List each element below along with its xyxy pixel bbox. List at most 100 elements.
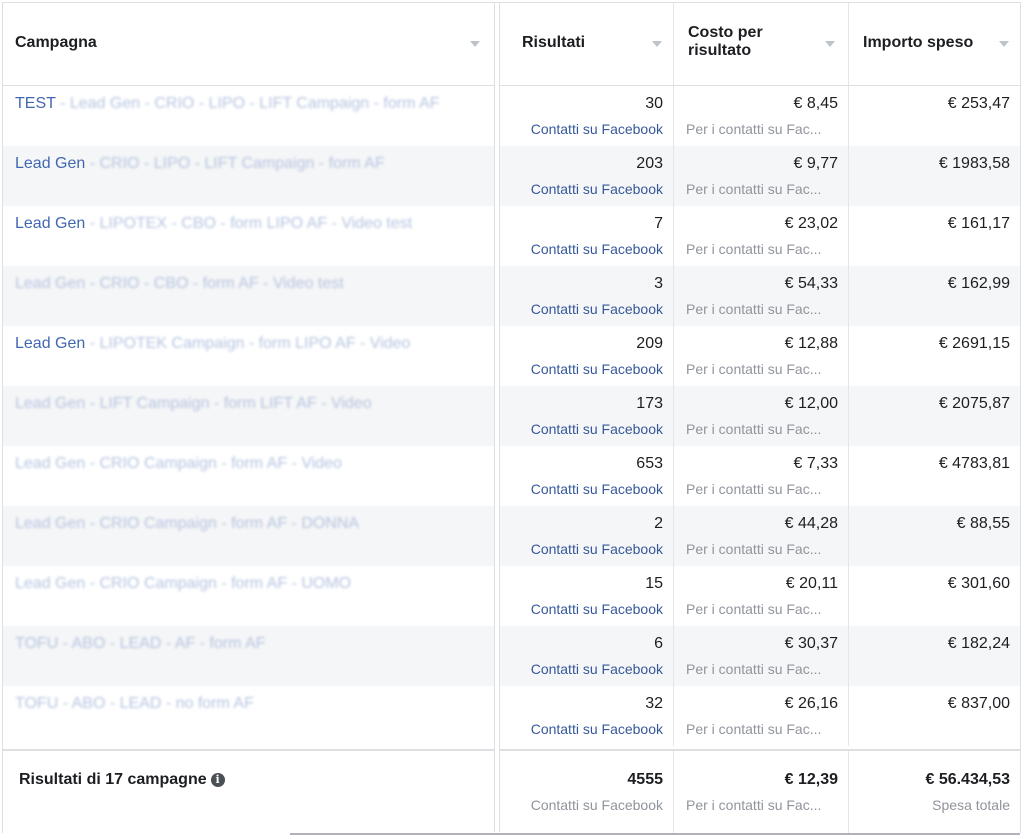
amount-spent-value: € 4783,81 [938,455,1010,472]
results-type-link[interactable]: Contatti su Facebook [531,541,663,557]
results-value: 6 [654,635,663,652]
campaign-name-link[interactable]: TEST - Lead Gen - CRIO - LIPO - LIFT Cam… [15,95,439,113]
results-type-link[interactable]: Contatti su Facebook [531,121,663,137]
column-header-campaign[interactable]: Campagna [3,3,494,85]
table-row[interactable]: Lead Gen - CRIO Campaign - form AF - UOM… [3,566,1020,626]
sort-caret-icon[interactable] [999,41,1009,47]
results-type-link[interactable]: Contatti su Facebook [531,241,663,257]
campaign-name-link[interactable]: TOFU - ABO - LEAD - AF - form AF [15,635,265,653]
campaigns-table: Campagna Risultati Costo per risultato I… [2,2,1021,834]
cost-per-result-label: Per i contatti su Fac... [686,361,822,377]
campaign-name-link[interactable]: Lead Gen - LIPOTEX - CBO - form LIPO AF … [15,215,412,233]
scrollbar-track[interactable] [290,833,1020,835]
table-row[interactable]: TOFU - ABO - LEAD - AF - form AF 6 Contatt… [3,626,1020,686]
results-value: 7 [654,215,663,232]
amount-spent-value: € 253,47 [947,95,1010,112]
amount-spent-value: € 88,55 [956,515,1010,532]
results-value: 32 [645,695,663,712]
info-icon[interactable]: i [210,773,225,787]
amount-spent-value: € 2691,15 [938,335,1010,352]
campaign-name-link[interactable]: Lead Gen - CRIO - CBO - form AF - Video … [15,275,344,293]
column-header-cost-label: Costo per risultato [688,24,763,59]
sort-caret-icon[interactable] [652,41,662,47]
cost-per-result-value: € 12,00 [784,395,838,412]
cost-per-result-value: € 44,28 [784,515,838,532]
column-header-results-label: Risultati [522,34,586,51]
cost-per-result-value: € 9,77 [793,155,838,172]
results-value: 203 [636,155,663,172]
results-type-link[interactable]: Contatti su Facebook [531,601,663,617]
column-header-results[interactable]: Risultati [500,3,673,85]
table-footer-totals: Risultati di 17 campagne i 4555 Contatti … [3,749,1020,834]
cost-per-result-value: € 30,37 [784,635,838,652]
cost-per-result-value: € 20,11 [785,575,838,592]
amount-spent-value: € 2075,87 [938,395,1010,412]
table-header: Campagna Risultati Costo per risultato I… [3,3,1020,86]
cost-per-result-label: Per i contatti su Fac... [686,121,822,137]
cost-per-result-label: Per i contatti su Fac... [686,601,822,617]
table-row[interactable]: Lead Gen - CRIO Campaign - form AF - Vid… [3,446,1020,506]
totals-results-label: Contatti su Facebook [530,797,663,813]
results-value: 15 [645,575,663,592]
amount-spent-value: € 182,24 [947,635,1010,652]
column-header-spent-label: Importo speso [863,34,974,51]
results-type-link[interactable]: Contatti su Facebook [531,721,663,737]
results-type-link[interactable]: Contatti su Facebook [531,361,663,377]
table-row[interactable]: Lead Gen - LIPOTEX - CBO - form LIPO AF … [3,206,1020,266]
table-row[interactable]: Lead Gen - CRIO Campaign - form AF - DON… [3,506,1020,566]
table-row[interactable]: TOFU - ABO - LEAD - no form AF 32 Contatti… [3,686,1020,746]
cost-per-result-label: Per i contatti su Fac... [686,541,822,557]
amount-spent-value: € 1983,58 [938,155,1010,172]
table-row[interactable]: Lead Gen - CRIO - LIPO - LIFT Campaign -… [3,146,1020,206]
cost-per-result-value: € 23,02 [784,215,838,232]
sort-caret-icon[interactable] [470,41,480,47]
cost-per-result-label: Per i contatti su Fac... [686,721,822,737]
campaign-name-link[interactable]: Lead Gen - CRIO - LIPO - LIFT Campaign -… [15,155,385,173]
results-value: 209 [636,335,663,352]
campaign-name-link[interactable]: Lead Gen - LIFT Campaign - form LIFT AF … [15,395,372,413]
results-type-link[interactable]: Contatti su Facebook [531,661,663,677]
cost-per-result-label: Per i contatti su Fac... [686,241,822,257]
cost-per-result-value: € 54,33 [784,275,838,292]
results-value: 30 [645,95,663,112]
amount-spent-value: € 301,60 [947,575,1010,592]
column-header-campaign-label: Campagna [15,34,97,51]
totals-cost: € 12,39 [784,771,838,788]
campaign-name-link[interactable]: Lead Gen - CRIO Campaign - form AF - DON… [15,515,359,533]
cost-per-result-label: Per i contatti su Fac... [686,181,822,197]
results-value: 653 [636,455,663,472]
results-value: 3 [654,275,663,292]
campaign-name-link[interactable]: TOFU - ABO - LEAD - no form AF [15,695,254,713]
results-type-link[interactable]: Contatti su Facebook [531,301,663,317]
table-row[interactable]: Lead Gen - CRIO - CBO - form AF - Video … [3,266,1020,326]
frozen-column-divider[interactable] [494,3,500,832]
totals-label: Risultati di 17 campagne i [19,771,225,789]
column-header-cost-per-result[interactable]: Costo per risultato [673,3,848,85]
totals-cost-label: Per i contatti su Fac... [686,797,822,813]
cost-per-result-label: Per i contatti su Fac... [686,301,822,317]
table-row[interactable]: Lead Gen - LIPOTEK Campaign - form LIPO … [3,326,1020,386]
cost-per-result-value: € 7,33 [793,455,838,472]
column-header-amount-spent[interactable]: Importo speso [848,3,1020,85]
amount-spent-value: € 162,99 [947,275,1010,292]
results-type-link[interactable]: Contatti su Facebook [531,181,663,197]
totals-spent: € 56.434,53 [925,771,1010,788]
results-type-link[interactable]: Contatti su Facebook [531,421,663,437]
amount-spent-value: € 161,17 [947,215,1010,232]
amount-spent-value: € 837,00 [947,695,1010,712]
campaign-name-link[interactable]: Lead Gen - CRIO Campaign - form AF - Vid… [15,455,342,473]
cost-per-result-value: € 8,45 [793,95,838,112]
cost-per-result-label: Per i contatti su Fac... [686,481,822,497]
table-row[interactable]: TEST - Lead Gen - CRIO - LIPO - LIFT Cam… [3,86,1020,146]
results-value: 173 [636,395,663,412]
cost-per-result-label: Per i contatti su Fac... [686,661,822,677]
campaign-name-link[interactable]: Lead Gen - LIPOTEK Campaign - form LIPO … [15,335,410,353]
cost-per-result-value: € 12,88 [784,335,838,352]
table-row[interactable]: Lead Gen - LIFT Campaign - form LIFT AF … [3,386,1020,446]
cost-per-result-label: Per i contatti su Fac... [686,421,822,437]
sort-caret-icon[interactable] [825,41,835,47]
totals-spent-label: Spesa totale [932,797,1010,813]
results-type-link[interactable]: Contatti su Facebook [531,481,663,497]
campaign-name-link[interactable]: Lead Gen - CRIO Campaign - form AF - UOM… [15,575,351,593]
results-value: 2 [654,515,663,532]
